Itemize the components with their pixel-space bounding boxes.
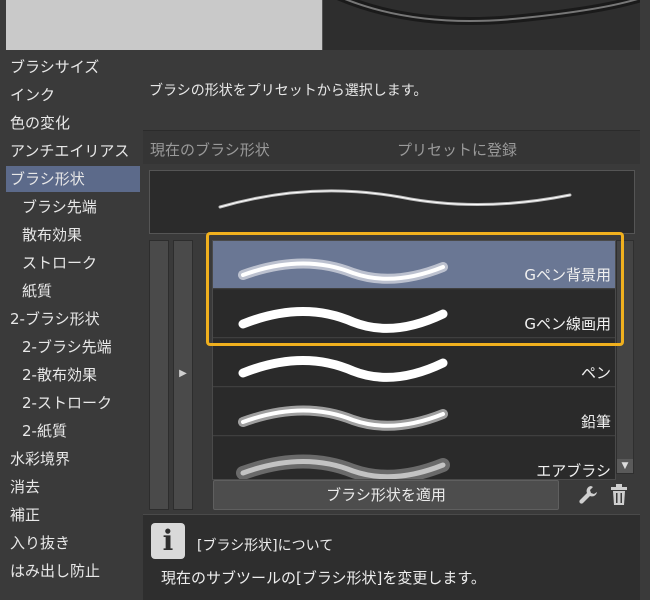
settings-category-item[interactable]: はみ出し防止 bbox=[6, 558, 140, 584]
shape-header-row: 現在のブラシ形状 プリセットに登録 bbox=[143, 130, 640, 164]
settings-category-item[interactable]: アンチエイリアス bbox=[6, 138, 140, 164]
settings-category-item[interactable]: 2-ブラシ形状 bbox=[6, 306, 140, 332]
settings-category-item[interactable]: 2-ブラシ先端 bbox=[6, 334, 140, 360]
preset-item[interactable]: Gペン線画用 bbox=[213, 290, 615, 338]
preset-stroke-preview bbox=[238, 356, 448, 382]
preset-stroke-preview bbox=[238, 405, 448, 431]
settings-category-item[interactable]: 紙質 bbox=[6, 278, 140, 304]
settings-category-item[interactable]: ブラシ形状 bbox=[6, 166, 140, 192]
brush-shape-preset-list[interactable]: Gペン背景用 Gペン線画用ペン鉛筆エアブラシ bbox=[212, 240, 616, 480]
info-body: 現在のサブツールの[ブラシ形状]を変更します。 bbox=[161, 569, 486, 587]
preset-label: エアブラシ bbox=[536, 462, 611, 480]
settings-category-item[interactable]: インク bbox=[6, 82, 140, 108]
description-text: ブラシの形状をプリセットから選択します。 bbox=[149, 83, 428, 99]
preset-stroke-preview bbox=[238, 258, 448, 284]
settings-category-item[interactable]: 2-紙質 bbox=[6, 418, 140, 444]
register-preset-button[interactable]: プリセットに登録 bbox=[397, 139, 517, 160]
preset-stroke-preview bbox=[238, 307, 448, 333]
settings-category-item[interactable]: 2-ストローク bbox=[6, 390, 140, 416]
preset-stroke-preview bbox=[236, 454, 450, 479]
current-brush-shape-label: 現在のブラシ形状 bbox=[150, 141, 270, 159]
preset-label: Gペン線画用 bbox=[524, 315, 611, 333]
settings-category-item[interactable]: 消去 bbox=[6, 474, 140, 500]
preset-item[interactable]: Gペン背景用 bbox=[213, 241, 615, 289]
stroke-preview-top bbox=[322, 0, 640, 50]
settings-category-item[interactable]: 2-散布効果 bbox=[6, 362, 140, 388]
play-icon[interactable]: ▶ bbox=[177, 367, 189, 381]
preset-item[interactable]: 鉛筆 bbox=[213, 388, 615, 436]
preset-label: Gペン背景用 bbox=[524, 266, 611, 284]
preview-thumbnail bbox=[6, 0, 322, 50]
preset-label: ペン bbox=[580, 364, 611, 382]
info-panel: i [ブラシ形状]について 現在のサブツールの[ブラシ形状]を変更します。 bbox=[143, 514, 640, 600]
preset-item[interactable]: エアブラシ bbox=[213, 437, 615, 480]
description-area: ブラシの形状をプリセットから選択します。 bbox=[143, 56, 640, 130]
settings-category-item[interactable]: 散布効果 bbox=[6, 222, 140, 248]
info-icon: i bbox=[151, 523, 185, 559]
preset-list-scrollbar[interactable]: ▼ bbox=[616, 240, 634, 474]
scroll-down-icon[interactable]: ▼ bbox=[617, 459, 633, 473]
preset-label: 鉛筆 bbox=[580, 413, 611, 431]
current-brush-shape-preview bbox=[149, 170, 635, 234]
settings-category-item[interactable]: 色の変化 bbox=[6, 110, 140, 136]
wrench-icon[interactable] bbox=[577, 483, 599, 507]
preset-group-column[interactable] bbox=[149, 240, 169, 510]
settings-category-item[interactable]: 補正 bbox=[6, 502, 140, 528]
settings-category-item[interactable]: 水彩境界 bbox=[6, 446, 140, 472]
settings-category-item[interactable]: 入り抜き bbox=[6, 530, 140, 556]
preset-item[interactable]: ペン bbox=[213, 339, 615, 387]
settings-category-item[interactable]: ブラシサイズ bbox=[6, 54, 140, 80]
settings-category-item[interactable]: ブラシ先端 bbox=[6, 194, 140, 220]
settings-category-item[interactable]: ストローク bbox=[6, 250, 140, 276]
trash-icon[interactable] bbox=[608, 483, 630, 507]
apply-brush-shape-button[interactable]: ブラシ形状を適用 bbox=[213, 480, 559, 510]
info-title: [ブラシ形状]について bbox=[197, 538, 334, 554]
